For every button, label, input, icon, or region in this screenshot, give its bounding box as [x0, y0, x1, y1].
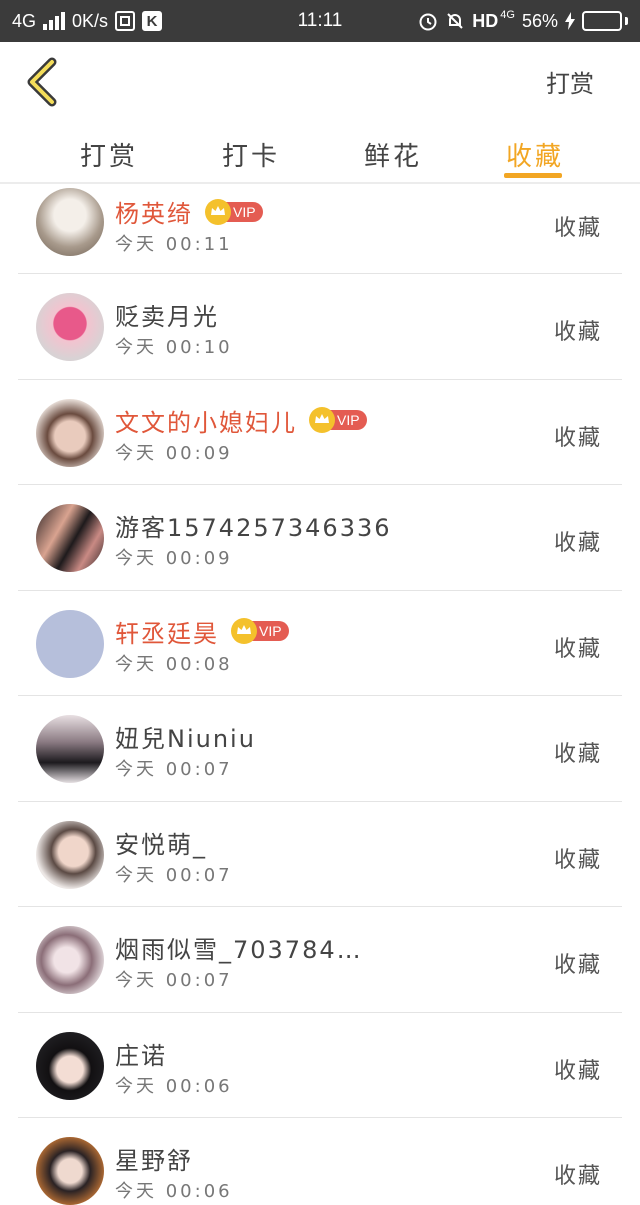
favorite-action-label: 收藏 [553, 531, 602, 556]
avatar [36, 504, 104, 572]
avatar [36, 715, 104, 783]
user-name: 游客1574257346336 [115, 514, 392, 542]
list-item[interactable]: 安悦萌_ 今天 00:07 收藏 [18, 802, 622, 907]
timestamp: 今天 00:06 [115, 1181, 233, 1202]
favorite-action-label: 收藏 [553, 320, 602, 345]
vip-badge: VIP [309, 407, 367, 433]
avatar [36, 293, 104, 361]
crown-icon [231, 618, 257, 644]
tip-button[interactable]: 打赏 [546, 64, 594, 99]
avatar [36, 188, 104, 256]
status-bar: 4G 0K/s K 11:11 HD 4G 56% [0, 0, 640, 42]
list-item[interactable]: 贬卖月光 今天 00:10 收藏 [18, 274, 622, 380]
back-arrow-icon [27, 57, 57, 107]
user-name: 杨英绮 [115, 200, 193, 228]
timestamp: 今天 00:09 [115, 548, 233, 569]
tab-checkin[interactable]: 打卡 [222, 136, 280, 173]
favorite-action-label: 收藏 [553, 425, 602, 451]
vip-badge: VIP [231, 618, 289, 644]
favorite-action-label: 收藏 [553, 742, 602, 767]
tab-tip[interactable]: 打赏 [80, 136, 138, 173]
hd-label: HD [472, 10, 499, 31]
signal-icon [43, 12, 66, 30]
notification-app-icon [115, 11, 136, 31]
user-name: 庄诺 [115, 1041, 167, 1070]
favorites-list: 杨英绮 VIP 今天 00:11 收藏 贬卖月光 今天 00:10 收藏 文文的… [18, 184, 622, 1205]
mute-bell-icon [447, 13, 463, 29]
list-item[interactable]: 游客1574257346336 今天 00:09 收藏 [18, 485, 622, 591]
crown-icon [309, 407, 335, 433]
timestamp: 今天 00:06 [115, 1075, 233, 1097]
charging-icon [565, 12, 575, 30]
network-speed: 0K/s [72, 10, 109, 31]
avatar [36, 1137, 104, 1205]
list-item[interactable]: 文文的小媳妇儿 VIP 今天 00:09 收藏 [18, 380, 622, 485]
favorite-action-label: 收藏 [553, 953, 602, 978]
battery-icon [582, 11, 628, 31]
vip-badge: VIP [205, 198, 263, 225]
user-name: 妞兒Niuniu [115, 725, 256, 753]
user-name: 文文的小媳妇儿 [115, 408, 297, 437]
user-name: 轩丞廷昊 [115, 619, 219, 648]
top-nav: 打赏 [0, 42, 640, 120]
tab-favorites[interactable]: 收藏 [506, 136, 564, 173]
avatar [36, 820, 104, 889]
tab-flowers[interactable]: 鲜花 [364, 136, 422, 173]
timestamp: 今天 00:08 [115, 653, 233, 675]
list-item[interactable]: 星野舒 今天 00:06 收藏 [18, 1118, 622, 1205]
tab-bar: 打赏 打卡 鲜花 收藏 [0, 120, 640, 182]
alarm-icon [419, 13, 437, 31]
user-name: 贬卖月光 [115, 303, 219, 331]
avatar [36, 398, 104, 467]
avatar [36, 609, 104, 678]
list-item[interactable]: 妞兒Niuniu 今天 00:07 收藏 [18, 696, 622, 802]
favorite-action-label: 收藏 [553, 1164, 602, 1189]
timestamp: 今天 00:11 [115, 234, 233, 255]
favorite-action-label: 收藏 [553, 1058, 602, 1084]
list-item[interactable]: 杨英绮 VIP 今天 00:11 收藏 [18, 184, 622, 274]
timestamp: 今天 00:09 [115, 442, 233, 464]
hd-network-label: 4G [500, 9, 515, 21]
favorite-action-label: 收藏 [553, 847, 602, 873]
avatar [36, 1031, 104, 1100]
user-name: 安悦萌_ [115, 830, 207, 859]
back-button[interactable] [22, 56, 62, 108]
favorite-action-label: 收藏 [553, 216, 602, 241]
user-name: 烟雨似雪_703784… [115, 936, 363, 964]
list-item[interactable]: 庄诺 今天 00:06 收藏 [18, 1013, 622, 1118]
favorite-action-label: 收藏 [553, 636, 602, 662]
timestamp: 今天 00:07 [115, 759, 233, 780]
battery-percent: 56% [521, 10, 558, 31]
timestamp: 今天 00:07 [115, 864, 233, 886]
list-item[interactable]: 烟雨似雪_703784… 今天 00:07 收藏 [18, 907, 622, 1013]
avatar [36, 926, 104, 994]
active-tab-indicator [504, 173, 562, 178]
crown-icon [205, 198, 231, 225]
k-app-icon: K [142, 11, 163, 31]
user-name: 星野舒 [115, 1147, 193, 1175]
list-item[interactable]: 轩丞廷昊 VIP 今天 00:08 收藏 [18, 591, 622, 696]
timestamp: 今天 00:10 [115, 337, 233, 358]
timestamp: 今天 00:07 [115, 970, 233, 991]
network-type: 4G [12, 10, 37, 31]
